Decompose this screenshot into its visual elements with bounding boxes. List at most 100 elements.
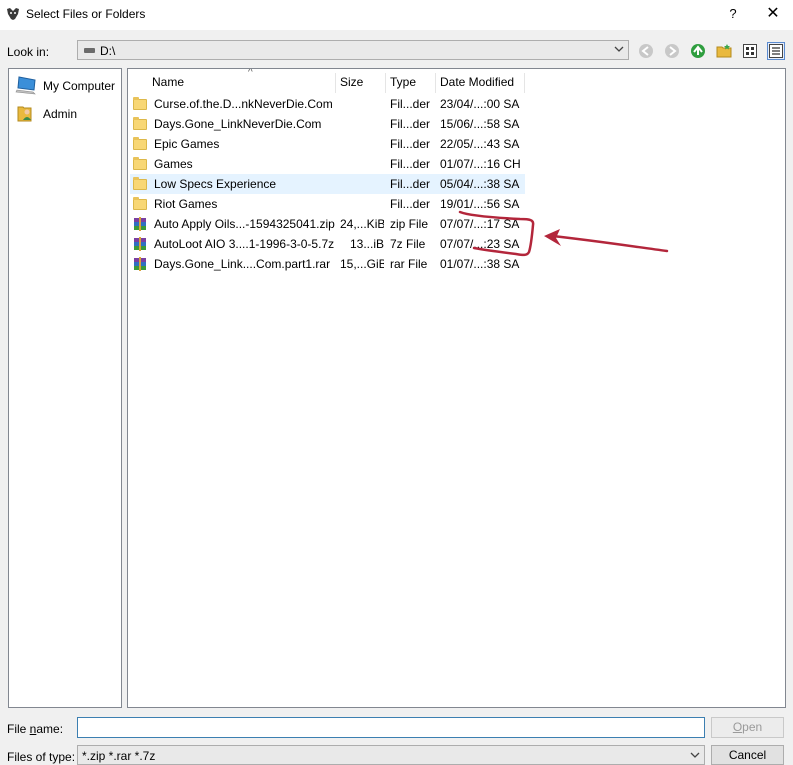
new-folder-icon — [716, 44, 732, 58]
column-header-label: Size — [340, 75, 364, 89]
folder-shape — [133, 157, 147, 170]
place-label: Admin — [43, 107, 78, 121]
file-type: Fil...der — [390, 177, 431, 191]
file-type-value: *.zip *.rar *.7z — [82, 749, 156, 763]
folder-shape — [133, 177, 147, 190]
file-name: Auto Apply Oils...-1594325041.zip — [154, 217, 335, 231]
file-date-modified: 07/07/...:17 SA — [440, 217, 520, 231]
file-date-modified: 01/07/...:16 CH — [440, 157, 520, 171]
look-in-label: Look in: — [7, 45, 50, 59]
user-folder-icon — [17, 106, 32, 122]
list-view-icon — [743, 44, 757, 58]
column-header-label: Date Modified — [440, 75, 515, 89]
file-name: Days.Gone_Link....Com.part1.rar — [154, 257, 331, 271]
file-row[interactable]: Auto Apply Oils...-1594325041.zip 24,...K… — [130, 214, 525, 234]
file-type: rar File — [390, 257, 428, 271]
column-header-date-modified[interactable]: Date Modified — [436, 73, 525, 93]
column-header-size[interactable]: Size — [336, 73, 386, 93]
folder-icon — [132, 96, 148, 112]
forward-icon — [665, 44, 679, 58]
archive-icon — [132, 256, 148, 272]
folder-shape — [133, 197, 147, 210]
close-button[interactable]: ✕ — [760, 3, 786, 25]
open-button[interactable]: Open — [711, 717, 784, 738]
column-header-name[interactable]: ^ Name — [148, 69, 336, 93]
file-name-input[interactable] — [77, 717, 705, 738]
chevron-down-icon — [690, 752, 700, 758]
folder-icon — [132, 156, 148, 172]
file-name: Days.Gone_LinkNeverDie.Com — [154, 117, 322, 131]
folder-icon — [132, 176, 148, 192]
file-row[interactable]: Days.Gone_LinkNeverDie.Com Fil...der 15/06… — [130, 114, 525, 134]
file-name: Low Specs Experience — [154, 177, 277, 191]
sort-ascending-icon: ^ — [248, 68, 253, 78]
file-type: Fil...der — [390, 197, 431, 211]
file-name: Games — [154, 157, 193, 171]
file-type: Fil...der — [390, 97, 431, 111]
file-row[interactable]: Epic Games Fil...der 22/05/...:43 SA — [130, 134, 525, 154]
file-name: AutoLoot AIO 3....1-1996-3-0-5.7z — [154, 237, 335, 251]
file-date-modified: 05/04/...:38 SA — [440, 177, 520, 191]
file-row[interactable]: Low Specs Experience Fil...der 05/04/...:3… — [130, 174, 525, 194]
file-row[interactable]: Games Fil...der 01/07/...:16 CH — [130, 154, 525, 174]
back-icon — [639, 44, 653, 58]
file-type: Fil...der — [390, 157, 431, 171]
folder-shape — [133, 137, 147, 150]
file-row[interactable]: Curse.of.the.D...nkNeverDie.Com Fil...der… — [130, 94, 525, 114]
title-bar: Select Files or Folders ? ✕ — [0, 0, 793, 30]
file-type: 7z File — [390, 237, 426, 251]
cancel-button[interactable]: Cancel — [711, 745, 784, 765]
file-type-dropdown[interactable]: *.zip *.rar *.7z — [77, 745, 705, 765]
column-header-label: Name — [152, 75, 185, 89]
up-folder-button[interactable] — [689, 42, 707, 60]
look-in-dropdown[interactable]: D:\ — [77, 40, 629, 60]
file-date-modified: 07/07/...:23 SA — [440, 237, 520, 251]
file-row[interactable]: AutoLoot AIO 3....1-1996-3-0-5.7z 13...iB… — [130, 234, 525, 254]
file-type: Fil...der — [390, 137, 431, 151]
file-size: 13...iB — [349, 237, 384, 251]
column-header-type[interactable]: Type — [386, 73, 436, 93]
details-view-button[interactable] — [767, 42, 785, 60]
file-name: Epic Games — [154, 137, 220, 151]
places-sidebar: My Computer Admin — [8, 68, 122, 708]
computer-icon — [15, 76, 36, 95]
file-type-label: Files of type: — [7, 750, 76, 764]
file-name: Riot Games — [154, 197, 218, 211]
file-row[interactable]: Riot Games Fil...der 19/01/...:56 SA — [130, 194, 525, 214]
file-type: Fil...der — [390, 117, 431, 131]
help-button[interactable]: ? — [722, 3, 744, 25]
back-button[interactable] — [637, 42, 655, 60]
place-admin[interactable]: Admin — [15, 103, 119, 125]
list-view-button[interactable] — [741, 42, 759, 60]
file-name: Curse.of.the.D...nkNeverDie.Com — [154, 97, 333, 111]
chevron-down-icon — [614, 46, 624, 52]
up-icon — [691, 44, 705, 58]
file-date-modified: 22/05/...:43 SA — [440, 137, 520, 151]
file-row[interactable]: Days.Gone_Link....Com.part1.rar 15,...GiB… — [130, 254, 525, 274]
window-title: Select Files or Folders — [26, 7, 146, 21]
app-logo-icon — [7, 8, 19, 20]
place-label: My Computer — [43, 79, 116, 93]
drive-icon — [84, 48, 95, 53]
new-folder-button[interactable] — [715, 42, 733, 60]
folder-icon — [132, 196, 148, 212]
file-size: 24,...KiB — [340, 217, 384, 231]
look-in-value: D:\ — [100, 44, 116, 58]
folder-shape — [133, 117, 147, 130]
archive-icon — [132, 216, 148, 232]
file-type: zip File — [390, 217, 429, 231]
folder-shape — [133, 97, 147, 110]
column-divider[interactable] — [524, 73, 525, 93]
archive-icon — [132, 236, 148, 252]
details-view-icon — [769, 44, 783, 58]
file-list: ^ Name Size Type Date Modified Curse.of.… — [127, 68, 786, 708]
folder-icon — [132, 116, 148, 132]
file-name-label: File name: — [7, 722, 64, 736]
file-date-modified: 23/04/...:00 SA — [440, 97, 520, 111]
file-date-modified: 19/01/...:56 SA — [440, 197, 520, 211]
folder-icon — [132, 136, 148, 152]
column-header-label: Type — [390, 75, 417, 89]
place-my-computer[interactable]: My Computer — [15, 75, 119, 97]
file-size: 15,...GiB — [340, 257, 384, 271]
forward-button[interactable] — [663, 42, 681, 60]
